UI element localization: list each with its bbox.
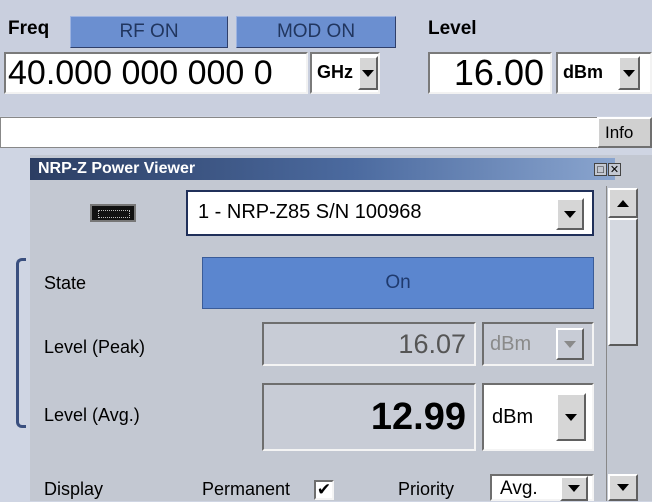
dialog-title: NRP-Z Power Viewer [30, 158, 615, 180]
chevron-down-icon [564, 340, 576, 348]
mod-on-button[interactable]: MOD ON [236, 16, 396, 48]
level-peak-value: 16.07 [262, 322, 476, 366]
background-bracket [16, 258, 26, 428]
rf-on-button[interactable]: RF ON [70, 16, 228, 48]
chevron-up-icon [617, 199, 629, 207]
state-label: State [44, 273, 87, 293]
chevron-down-icon [565, 413, 577, 421]
scroll-up-button[interactable] [608, 188, 638, 218]
level-avg-label: Level (Avg.) [44, 405, 140, 425]
priority-dropdown-button[interactable] [560, 476, 588, 501]
chevron-down-icon [362, 69, 374, 77]
maximize-icon[interactable]: □ [594, 163, 607, 176]
frequency-input[interactable]: 40.000 000 000 0 [4, 52, 308, 94]
level-avg-unit-dropdown-button[interactable] [556, 393, 586, 441]
scrollbar-thumb[interactable] [608, 218, 638, 346]
level-label: Level [428, 18, 477, 39]
permanent-checkbox[interactable]: ✔ [314, 480, 334, 500]
state-button[interactable]: On [202, 257, 594, 309]
priority-label: Priority [398, 479, 455, 499]
sensor-dropdown-button[interactable] [556, 198, 584, 230]
chevron-down-icon [617, 484, 629, 491]
sensor-select[interactable]: 1 - NRP-Z85 S/N 100968 [186, 190, 594, 236]
level-peak-unit-dropdown-button [556, 328, 584, 360]
usb-sensor-icon [90, 204, 136, 222]
chevron-down-icon [623, 69, 635, 77]
scroll-down-button[interactable] [608, 474, 638, 501]
info-button[interactable]: Info [597, 117, 652, 148]
level-input[interactable]: 16.00 [428, 52, 552, 94]
level-unit-dropdown-button[interactable] [618, 56, 640, 90]
chevron-down-icon [568, 485, 580, 492]
permanent-label: Permanent [202, 479, 291, 499]
level-avg-value: 12.99 [262, 383, 476, 451]
chevron-down-icon [564, 210, 576, 218]
close-icon[interactable]: ✕ [608, 163, 621, 176]
info-message-line [0, 117, 600, 148]
frequency-unit-dropdown-button[interactable] [358, 56, 378, 90]
display-label: Display [44, 479, 104, 499]
freq-label: Freq [8, 18, 50, 39]
level-peak-label: Level (Peak) [44, 337, 146, 357]
